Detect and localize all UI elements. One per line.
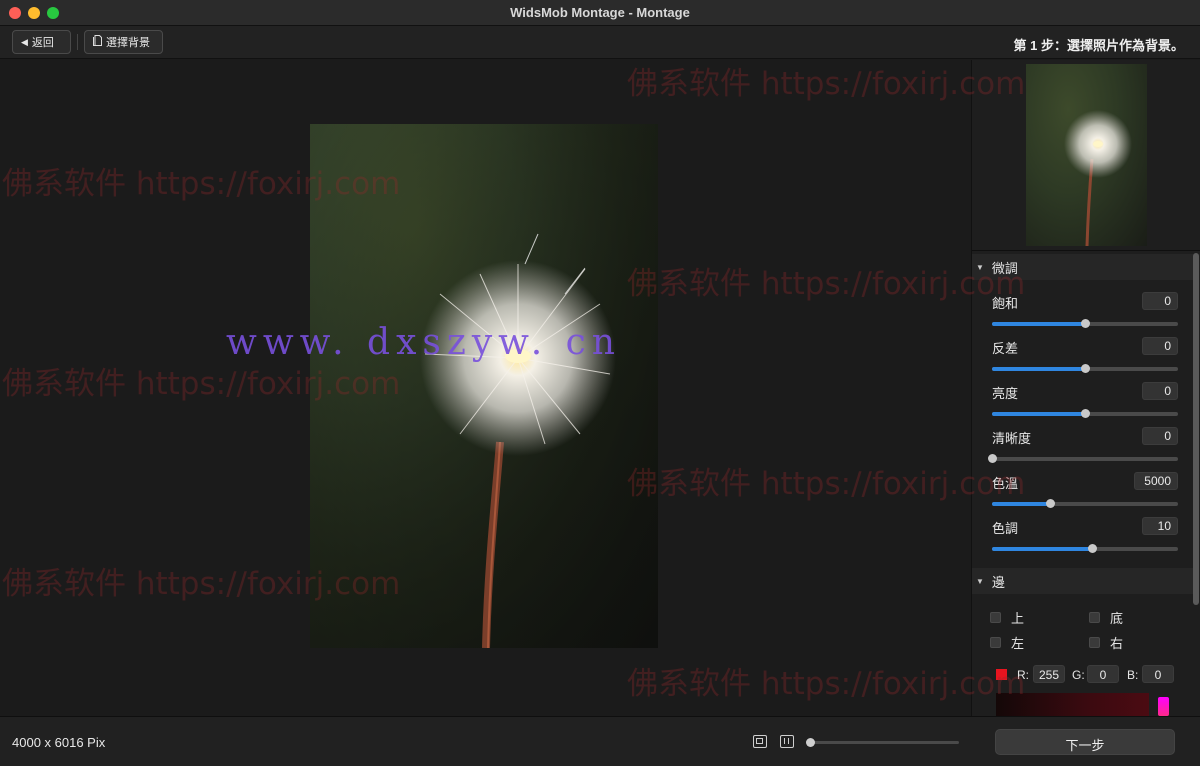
back-button[interactable]: ◀ 返回 (12, 30, 71, 54)
title-bar: WidsMob Montage - Montage (0, 0, 1200, 26)
checkbox-box[interactable] (1089, 637, 1100, 648)
red-label: R: (1017, 668, 1029, 682)
document-icon (93, 35, 102, 49)
border-top-label: 上 (1011, 611, 1025, 626)
right-panel: ▼ 微調 飽和 0 反差 0 亮度 0 清晰度 0 色溫 5000 色調 10 … (971, 60, 1200, 716)
color-picker-field[interactable] (996, 693, 1149, 716)
clarity-value-field[interactable]: 0 (1142, 427, 1178, 445)
slider-knob[interactable] (1088, 544, 1098, 553)
back-label: 返回 (31, 37, 54, 49)
background-photo[interactable] (310, 124, 658, 648)
choose-background-button[interactable]: 選擇背景 (84, 30, 163, 54)
step-instruction: 第 1 步：選擇照片作為背景。 (1013, 38, 1184, 53)
fit-to-screen-icon[interactable] (753, 735, 767, 748)
temperature-label: 色溫 (992, 476, 1019, 491)
clarity-slider[interactable] (988, 454, 1178, 463)
brightness-slider[interactable] (992, 409, 1178, 418)
saturation-value-field[interactable]: 0 (1142, 292, 1178, 310)
divider (972, 250, 1200, 251)
blue-value-field[interactable]: 0 (1142, 665, 1174, 683)
zoom-slider[interactable] (809, 741, 959, 744)
border-right-checkbox[interactable]: 右 (1089, 633, 1123, 652)
contrast-label: 反差 (992, 341, 1019, 356)
border-right-label: 右 (1110, 636, 1124, 651)
temperature-value-field[interactable]: 5000 (1134, 472, 1178, 490)
slider-knob[interactable] (1081, 319, 1090, 328)
thumbnail-image (1064, 110, 1132, 246)
checkbox-box[interactable] (990, 612, 1001, 623)
blue-label: B: (1127, 668, 1139, 682)
red-value-field[interactable]: 255 (1033, 665, 1065, 683)
clarity-label: 清晰度 (992, 431, 1032, 446)
back-arrow-icon: ◀ (21, 36, 28, 47)
slider-knob[interactable] (1045, 499, 1055, 508)
border-top-checkbox[interactable]: 上 (990, 608, 1024, 627)
slider-knob[interactable] (988, 454, 997, 463)
green-value-field[interactable]: 0 (1087, 665, 1119, 683)
canvas-area[interactable] (0, 60, 970, 716)
image-dimensions: 4000 x 6016 Pix (12, 735, 106, 750)
slider-knob[interactable] (1081, 364, 1090, 373)
choose-background-label: 選擇背景 (106, 37, 150, 49)
checkbox-box[interactable] (1089, 612, 1100, 623)
toolbar-divider (77, 34, 78, 50)
disclosure-triangle-icon: ▼ (976, 576, 984, 586)
tint-value-field[interactable]: 10 (1142, 517, 1178, 535)
adjust-section-title: 微調 (991, 260, 1018, 276)
green-label: G: (1072, 668, 1085, 682)
tint-label: 色調 (992, 521, 1019, 536)
dandelion-image (310, 124, 658, 648)
border-bottom-checkbox[interactable]: 底 (1089, 608, 1123, 627)
border-left-label: 左 (1011, 636, 1025, 651)
saturation-label: 飽和 (992, 296, 1019, 311)
contrast-value-field[interactable]: 0 (1142, 337, 1178, 355)
border-section-header[interactable]: ▼ 邊 (972, 568, 1193, 594)
temperature-slider[interactable] (992, 499, 1178, 508)
toolbar: ◀ 返回 選擇背景 第 1 步：選擇照片作為背景。 (0, 26, 1200, 59)
saturation-slider[interactable] (992, 319, 1178, 328)
background-thumbnail[interactable] (1026, 64, 1147, 246)
status-bar: 4000 x 6016 Pix 下一步 (0, 716, 1200, 766)
checkbox-box[interactable] (990, 637, 1001, 648)
hue-slider[interactable] (1158, 697, 1169, 716)
slider-knob[interactable] (1081, 409, 1090, 418)
brightness-label: 亮度 (992, 386, 1019, 401)
tint-slider[interactable] (992, 544, 1178, 553)
border-left-checkbox[interactable]: 左 (990, 633, 1024, 652)
brightness-value-field[interactable]: 0 (1142, 382, 1178, 400)
zoom-slider-knob[interactable] (806, 738, 815, 747)
next-step-button[interactable]: 下一步 (995, 729, 1175, 755)
border-bottom-label: 底 (1110, 611, 1124, 626)
actual-size-icon[interactable] (780, 735, 794, 748)
window-title: WidsMob Montage - Montage (510, 5, 690, 20)
contrast-slider[interactable] (992, 364, 1178, 373)
adjust-section-header[interactable]: ▼ 微調 (972, 254, 1193, 280)
disclosure-triangle-icon: ▼ (976, 262, 984, 272)
border-color-swatch[interactable] (996, 669, 1007, 680)
panel-scrollbar[interactable] (1193, 253, 1199, 605)
border-section-title: 邊 (991, 574, 1005, 590)
